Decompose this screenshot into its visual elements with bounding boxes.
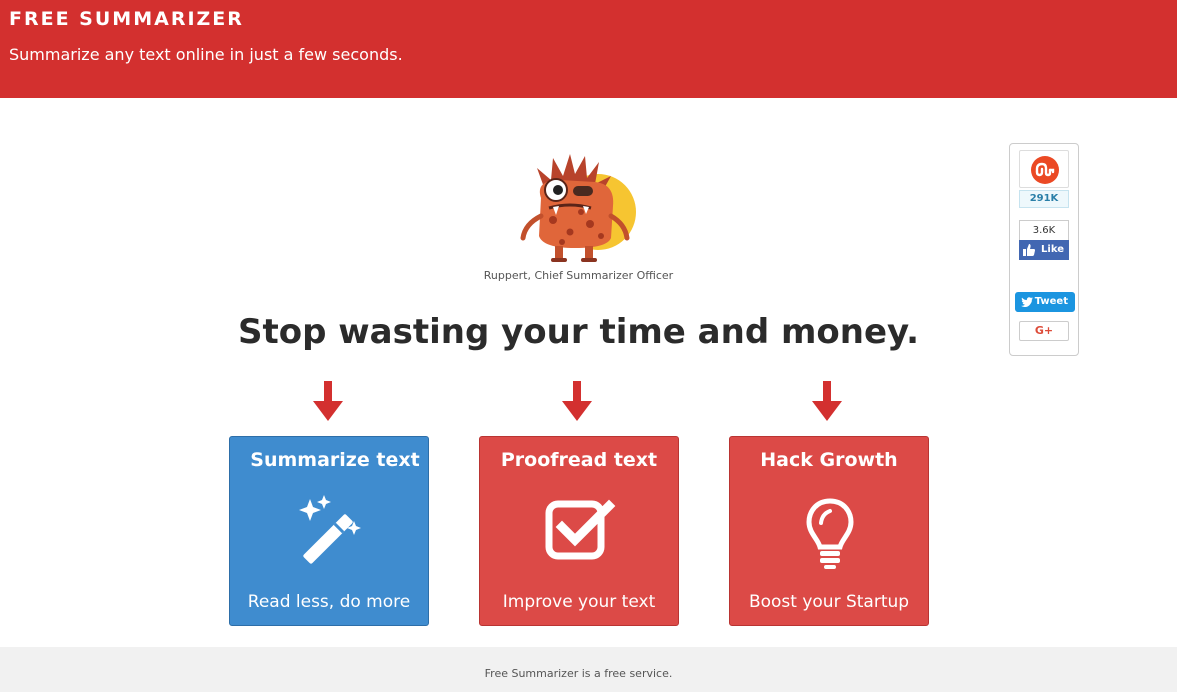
card-subtitle: Read less, do more bbox=[247, 592, 411, 612]
facebook-like-label: Like bbox=[1041, 244, 1064, 255]
summarize-text-card[interactable]: Summarize text Read less, do more bbox=[229, 436, 429, 626]
lightbulb-icon bbox=[806, 498, 854, 569]
stumbleupon-count: 291K bbox=[1019, 190, 1069, 208]
proofread-text-card[interactable]: Proofread text Improve your text bbox=[479, 436, 679, 626]
site-tagline: Summarize any text online in just a few … bbox=[9, 45, 403, 64]
google-plus-button[interactable]: G+ bbox=[1019, 321, 1069, 341]
stumbleupon-icon bbox=[1031, 156, 1059, 184]
card-title: Proofread text bbox=[500, 449, 658, 471]
card-title: Hack Growth bbox=[760, 449, 898, 471]
magic-wand-icon bbox=[299, 495, 361, 564]
arrow-down-icon bbox=[812, 381, 842, 421]
thumbs-up-icon bbox=[1023, 244, 1035, 256]
site-footer: Free Summarizer is a free service. bbox=[0, 647, 1177, 692]
footer-text: Free Summarizer is a free service. bbox=[484, 667, 673, 680]
card-title: Summarize text bbox=[250, 449, 420, 471]
facebook-like-count: 3.6K bbox=[1019, 220, 1069, 240]
mascot-caption: Ruppert, Chief Summarizer Officer bbox=[483, 269, 674, 282]
tweet-button[interactable]: Tweet bbox=[1015, 292, 1075, 312]
social-share-panel: 291K 3.6K Like Tweet G+ bbox=[1009, 143, 1079, 356]
twitter-bird-icon bbox=[1021, 297, 1033, 307]
checkbox-icon bbox=[545, 499, 616, 560]
page-headline: Stop wasting your time and money. bbox=[237, 312, 920, 352]
site-title[interactable]: FREE SUMMARIZER bbox=[9, 8, 244, 30]
card-subtitle: Boost your Startup bbox=[748, 592, 910, 612]
arrow-down-icon bbox=[562, 381, 592, 421]
monster-mascot-image bbox=[520, 154, 636, 262]
site-header: FREE SUMMARIZER Summarize any text onlin… bbox=[0, 0, 1177, 98]
hack-growth-card[interactable]: Hack Growth Boost your Startup bbox=[729, 436, 929, 626]
facebook-like-button[interactable]: Like bbox=[1019, 240, 1069, 260]
arrow-down-icon bbox=[313, 381, 343, 421]
stumbleupon-button[interactable] bbox=[1019, 150, 1069, 188]
card-subtitle: Improve your text bbox=[502, 592, 656, 612]
tweet-label: Tweet bbox=[1034, 296, 1068, 307]
